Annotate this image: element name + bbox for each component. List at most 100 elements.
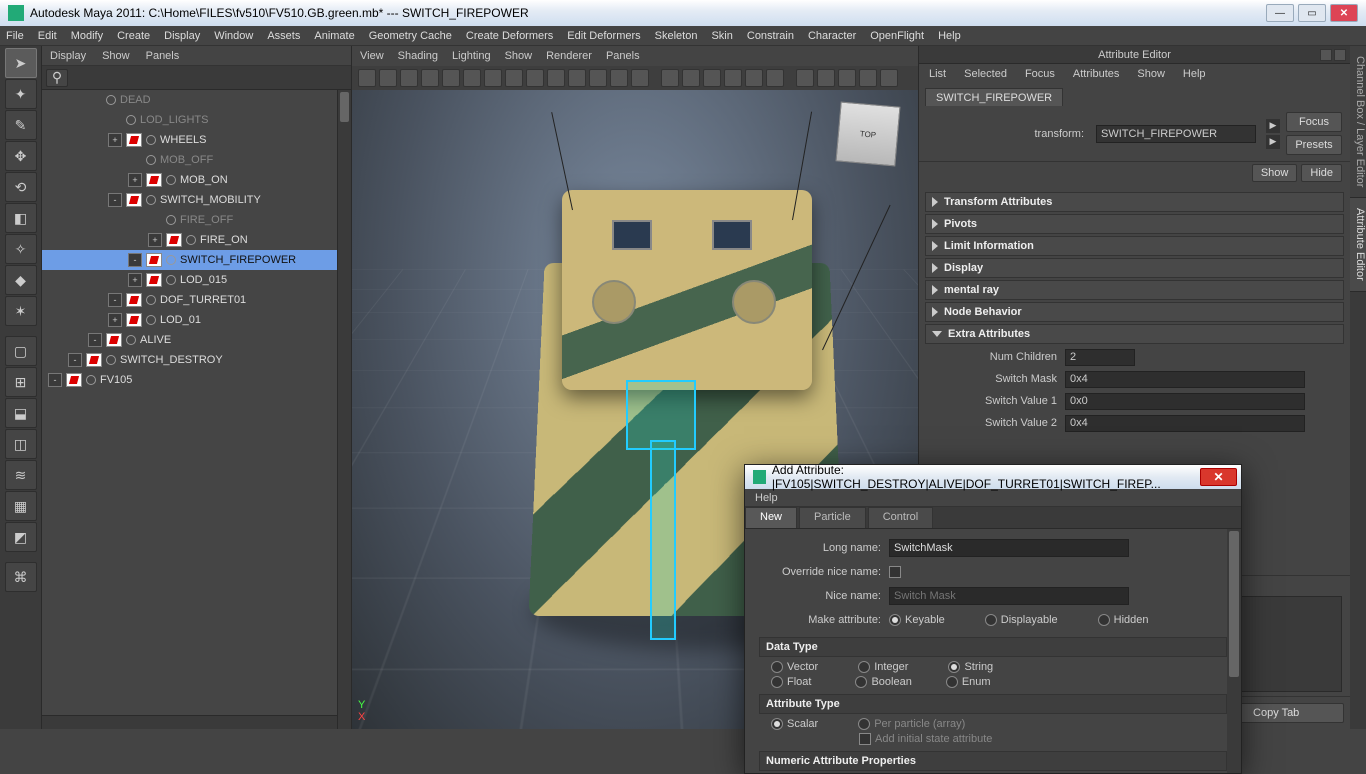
tree-node[interactable]: +WHEELS xyxy=(42,130,351,150)
outliner-tree[interactable]: DEADLOD_LIGHTS+WHEELSMOB_OFF+MOB_ON-SWIT… xyxy=(42,90,351,729)
vp-icon[interactable] xyxy=(859,69,877,87)
radio-hidden[interactable] xyxy=(1098,614,1110,626)
close-button[interactable]: ✕ xyxy=(1330,4,1358,22)
vp-icon[interactable] xyxy=(610,69,628,87)
vp-menu-lighting[interactable]: Lighting xyxy=(452,50,491,62)
menu-openflight[interactable]: OpenFlight xyxy=(870,30,924,42)
transform-name-input[interactable] xyxy=(1096,125,1256,143)
vp-icon[interactable] xyxy=(421,69,439,87)
menu-create[interactable]: Create xyxy=(117,30,150,42)
vp-icon[interactable] xyxy=(838,69,856,87)
menu-geometry-cache[interactable]: Geometry Cache xyxy=(369,30,452,42)
soft-mod-tool[interactable]: ◆ xyxy=(5,265,37,295)
ae-menu-list[interactable]: List xyxy=(929,68,946,80)
vp-icon[interactable] xyxy=(589,69,607,87)
vp-icon[interactable] xyxy=(796,69,814,87)
menu-edit[interactable]: Edit xyxy=(38,30,57,42)
vp-icon[interactable] xyxy=(484,69,502,87)
vp-menu-panels[interactable]: Panels xyxy=(606,50,640,62)
outliner-vscrollbar[interactable] xyxy=(337,90,351,729)
vp-icon[interactable] xyxy=(358,69,376,87)
switch-value-2-input[interactable] xyxy=(1065,415,1305,432)
menu-assets[interactable]: Assets xyxy=(267,30,300,42)
tree-node[interactable]: +LOD_015 xyxy=(42,270,351,290)
menu-animate[interactable]: Animate xyxy=(314,30,354,42)
section-extra[interactable]: Extra Attributes xyxy=(925,324,1344,344)
maximize-button[interactable]: ▭ xyxy=(1298,4,1326,22)
move-tool[interactable]: ✥ xyxy=(5,141,37,171)
tree-node[interactable]: LOD_LIGHTS xyxy=(42,110,351,130)
ae-menu-show[interactable]: Show xyxy=(1137,68,1165,80)
hide-button[interactable]: Hide xyxy=(1301,164,1342,182)
section-pivots[interactable]: Pivots xyxy=(925,214,1344,234)
vp-icon[interactable] xyxy=(379,69,397,87)
universal-manip-tool[interactable]: ✧ xyxy=(5,234,37,264)
tab-new[interactable]: New xyxy=(745,507,797,528)
vp-icon[interactable] xyxy=(766,69,784,87)
expander-icon[interactable]: + xyxy=(128,273,142,287)
presets-button[interactable]: Presets xyxy=(1286,135,1342,155)
menu-help[interactable]: Help xyxy=(938,30,961,42)
tree-node[interactable]: +FIRE_ON xyxy=(42,230,351,250)
show-button[interactable]: Show xyxy=(1252,164,1298,182)
tree-node[interactable]: -DOF_TURRET01 xyxy=(42,290,351,310)
tree-node[interactable]: +MOB_ON xyxy=(42,170,351,190)
radio-enum[interactable] xyxy=(946,676,958,688)
ae-menu-help[interactable]: Help xyxy=(1183,68,1206,80)
expander-icon[interactable]: - xyxy=(108,193,122,207)
radio-keyable[interactable] xyxy=(889,614,901,626)
vp-icon[interactable] xyxy=(526,69,544,87)
radio-vector[interactable] xyxy=(771,661,783,673)
select-tool[interactable]: ➤ xyxy=(5,48,37,78)
long-name-input[interactable] xyxy=(889,539,1129,557)
scale-tool[interactable]: ◧ xyxy=(5,203,37,233)
radio-integer[interactable] xyxy=(858,661,870,673)
radio-displayable[interactable] xyxy=(985,614,997,626)
minimize-button[interactable]: — xyxy=(1266,4,1294,22)
menu-display[interactable]: Display xyxy=(164,30,200,42)
vp-icon[interactable] xyxy=(880,69,898,87)
section-display[interactable]: Display xyxy=(925,258,1344,278)
section-node-behavior[interactable]: Node Behavior xyxy=(925,302,1344,322)
layout-two-h[interactable]: ⬓ xyxy=(5,398,37,428)
menu-create-deformers[interactable]: Create Deformers xyxy=(466,30,553,42)
outliner-menu-show[interactable]: Show xyxy=(102,50,130,62)
layout-hyper[interactable]: ▦ xyxy=(5,491,37,521)
outliner-menu-display[interactable]: Display xyxy=(50,50,86,62)
expander-icon[interactable]: - xyxy=(88,333,102,347)
override-nice-name-checkbox[interactable] xyxy=(889,566,901,578)
view-cube[interactable]: TOP xyxy=(835,101,900,166)
tree-node[interactable]: -SWITCH_MOBILITY xyxy=(42,190,351,210)
outliner-menu-panels[interactable]: Panels xyxy=(146,50,180,62)
tree-node[interactable]: FIRE_OFF xyxy=(42,210,351,230)
menu-file[interactable]: File xyxy=(6,30,24,42)
vp-icon[interactable] xyxy=(400,69,418,87)
expander-icon[interactable]: + xyxy=(108,313,122,327)
tree-node[interactable]: -SWITCH_DESTROY xyxy=(42,350,351,370)
layout-single[interactable]: ▢ xyxy=(5,336,37,366)
tree-node[interactable]: -SWITCH_FIREPOWER xyxy=(42,250,351,270)
focus-button[interactable]: Focus xyxy=(1286,112,1342,132)
nav-down-icon[interactable]: ▶ xyxy=(1266,135,1280,149)
expander-icon[interactable]: + xyxy=(128,173,142,187)
vp-icon[interactable] xyxy=(547,69,565,87)
ae-dock-icon[interactable] xyxy=(1320,49,1332,61)
tree-node[interactable]: +LOD_01 xyxy=(42,310,351,330)
ae-menu-focus[interactable]: Focus xyxy=(1025,68,1055,80)
tab-control[interactable]: Control xyxy=(868,507,933,528)
ae-close-icon[interactable] xyxy=(1334,49,1346,61)
vp-icon[interactable] xyxy=(661,69,679,87)
vp-icon[interactable] xyxy=(505,69,523,87)
tab-particle[interactable]: Particle xyxy=(799,507,866,528)
vp-icon[interactable] xyxy=(682,69,700,87)
num-children-input[interactable] xyxy=(1065,349,1135,366)
menu-constrain[interactable]: Constrain xyxy=(747,30,794,42)
radio-boolean[interactable] xyxy=(855,676,867,688)
menu-character[interactable]: Character xyxy=(808,30,856,42)
expander-icon[interactable]: + xyxy=(108,133,122,147)
menu-modify[interactable]: Modify xyxy=(71,30,103,42)
ae-node-tab[interactable]: SWITCH_FIREPOWER xyxy=(925,88,1063,106)
dialog-vscrollbar[interactable] xyxy=(1227,529,1241,773)
outliner-filter-icon[interactable]: ⚲ xyxy=(46,69,68,87)
dialog-close-button[interactable]: ✕ xyxy=(1200,468,1237,486)
